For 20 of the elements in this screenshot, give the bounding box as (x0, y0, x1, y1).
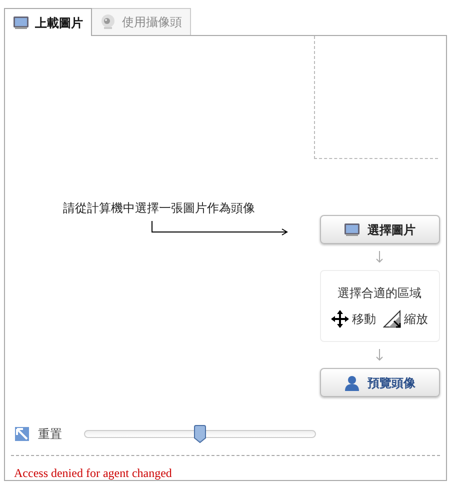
slider-thumb[interactable] (194, 424, 206, 443)
tab[interactable]: 上載圖片 (4, 8, 92, 36)
reset-icon (15, 426, 29, 441)
slider-track[interactable] (84, 424, 316, 443)
instruction-text: 請從計算機中選擇一張圖片作為頭像 (63, 200, 256, 217)
zoom-label: 縮放 (404, 311, 428, 328)
reset-button[interactable]: 重置 (15, 424, 62, 443)
person-icon (344, 374, 360, 390)
select-image-button[interactable]: 選擇圖片 (320, 215, 440, 244)
webcam-icon (100, 14, 116, 30)
monitor-icon (13, 15, 29, 30)
move-label: 移動 (352, 311, 376, 328)
preview-avatar-button[interactable]: 預覽頭像 (320, 368, 440, 397)
down-arrow-icon (376, 349, 383, 361)
move-icon (331, 310, 349, 328)
monitor-icon (344, 222, 360, 237)
resize-icon (383, 310, 401, 328)
down-arrow-icon (376, 251, 383, 263)
area-title: 選擇合適的區域 (338, 285, 422, 302)
error-message: Access denied for agent changed (13, 464, 173, 480)
